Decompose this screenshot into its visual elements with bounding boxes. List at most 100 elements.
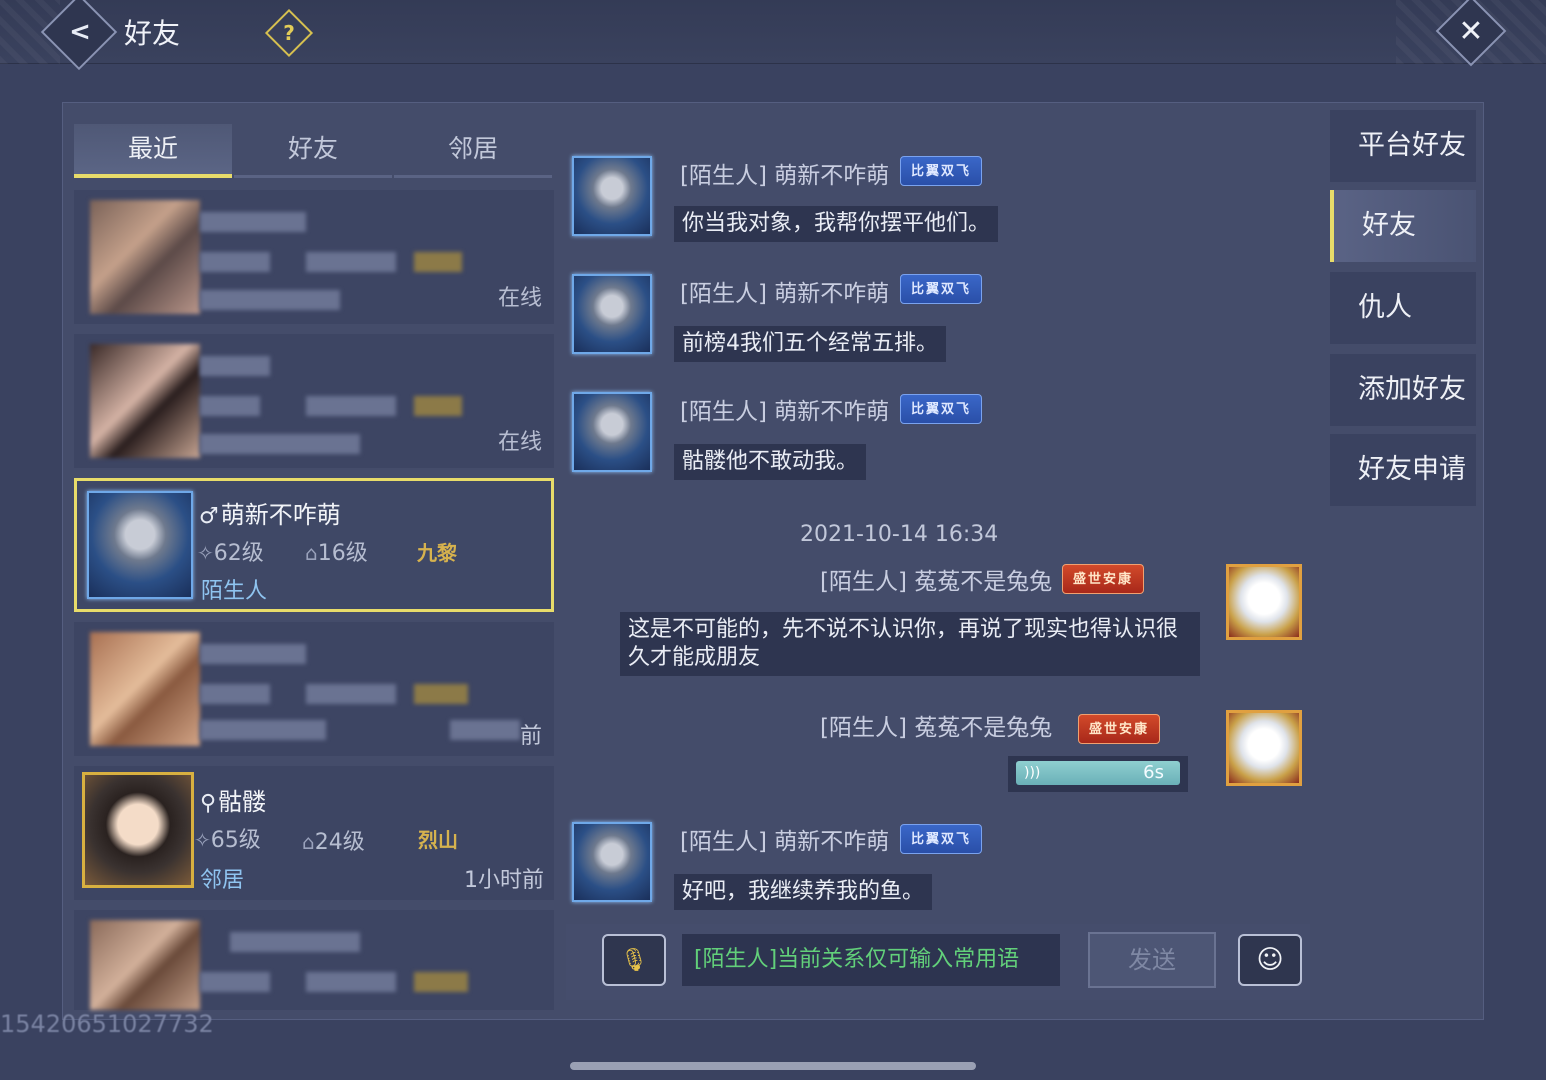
message-timestamp: 2021-10-14 16:34 [800,522,999,547]
message-bubble: 这是不可能的，先不说不认识你，再说了现实也得认识很 久才能成朋友 [620,612,1200,676]
blurred-guild [414,252,462,272]
player-id-watermark: 15420651027732 [0,1010,214,1038]
house-icon: ⌂ [302,830,315,854]
blurred-level [200,396,260,416]
friend-level2: ⌂16级 [305,541,368,566]
blurred-name [230,932,360,952]
online-status: 在线 [497,430,542,455]
friend-list-item[interactable]: 在线 [74,190,554,324]
tab-recent[interactable]: 最近 [74,124,232,178]
blurred-guild [414,684,468,704]
title-badge: 比翼双飞 [900,824,983,854]
friend-list-item[interactable]: 前 [74,622,554,756]
voice-bar[interactable]: ))) 6s [1016,761,1180,785]
avatar [90,920,200,1010]
message-sender: [陌生人] 菟菟不是兔兔 [820,569,1053,595]
friend-list-item[interactable] [74,910,554,1010]
female-icon: ⚲ [200,791,217,816]
nav-platform-friends[interactable]: 平台好友 [1330,110,1476,182]
friend-name: ♂萌新不咋萌 [199,501,341,529]
home-indicator[interactable] [570,1062,976,1070]
blurred-name [200,644,306,664]
blurred-relation [200,720,326,740]
friend-guild: 烈山 [418,828,458,852]
level-icon: ✧ [194,828,211,852]
title-badge: 比翼双飞 [900,394,983,424]
voice-duration: 6s [1143,762,1164,783]
sender-avatar[interactable] [572,156,652,236]
blurred-time [450,720,520,740]
friend-name: ⚲骷髅 [200,788,267,816]
message-sender: [陌生人] 萌新不咋萌 [680,399,890,425]
blurred-level2 [306,972,396,992]
message-sender: [陌生人] 萌新不咋萌 [680,163,890,189]
message-sender: [陌生人] 萌新不咋萌 [680,829,890,855]
avatar [90,632,200,746]
sender-avatar[interactable] [572,392,652,472]
message-bubble: 好吧，我继续养我的鱼。 [674,874,933,910]
online-status: 在线 [497,286,542,311]
blurred-guild [414,972,468,992]
friend-relation: 陌生人 [201,579,268,604]
house-icon: ⌂ [305,541,318,565]
friend-level2: ⌂24级 [302,830,365,855]
sender-avatar[interactable] [572,274,652,354]
blurred-relation [200,434,360,454]
message-bubble: 前榜4我们五个经常五排。 [674,326,946,362]
friend-relation: 邻居 [200,868,245,893]
microphone-icon[interactable]: 🎙 [602,934,666,986]
chevron-left-icon[interactable]: < [58,10,102,54]
emoji-icon[interactable]: ☺ [1238,934,1302,986]
tab-friends[interactable]: 好友 [234,124,392,178]
avatar-dragon [87,491,193,599]
self-avatar-cat[interactable] [1226,564,1302,640]
tab-neighbors[interactable]: 邻居 [394,124,552,178]
avatar-skull-player [82,772,194,888]
blurred-name [200,356,270,376]
send-button[interactable]: 发送 [1088,932,1216,988]
friend-list-item[interactable]: ⚲骷髅 ✧65级 ⌂24级 烈山 邻居 1小时前 [74,766,554,900]
blurred-level2 [306,684,396,704]
message-sender: [陌生人] 菟菟不是兔兔 [820,715,1053,741]
help-icon[interactable]: ? [272,16,306,50]
level-icon: ✧ [197,541,214,565]
blurred-name [200,212,306,232]
friend-guild: 九黎 [417,541,457,565]
sender-avatar[interactable] [572,822,652,902]
nav-enemies[interactable]: 仇人 [1330,272,1476,344]
top-header: < 好友 ? ✕ [0,0,1546,71]
title-badge: 盛世安康 [1078,714,1161,744]
last-seen-time: 1小时前 [464,868,544,893]
blurred-level [200,252,270,272]
male-icon: ♂ [199,504,219,529]
avatar [90,200,200,314]
avatar [90,344,200,458]
page-title: 好友 [124,17,181,50]
friend-level: ✧62级 [197,541,264,566]
friend-list-item-selected[interactable]: ♂萌新不咋萌 ✧62级 ⌂16级 九黎 陌生人 [74,478,554,612]
title-badge: 比翼双飞 [900,156,983,186]
nav-friend-requests[interactable]: 好友申请 [1330,434,1476,506]
self-avatar-cat[interactable] [1226,710,1302,786]
friend-list-item[interactable]: 在线 [74,334,554,468]
message-bubble: 你当我对象，我帮你摆平他们。 [674,206,999,242]
blurred-guild [414,396,462,416]
chat-input-field[interactable]: [陌生人]当前关系仅可输入常用语 [682,934,1060,986]
title-badge: 比翼双飞 [900,274,983,304]
close-icon[interactable]: ✕ [1446,6,1496,56]
nav-add-friend[interactable]: 添加好友 [1330,354,1476,426]
friend-list-tabs: 最近 好友 邻居 [74,124,554,180]
blurred-level [200,972,270,992]
last-seen-time: 前 [519,724,542,749]
blurred-relation [200,290,340,310]
nav-friends[interactable]: 好友 [1330,190,1476,262]
message-sender: [陌生人] 萌新不咋萌 [680,281,890,307]
blurred-level2 [306,396,396,416]
blurred-level [200,684,270,704]
title-badge: 盛世安康 [1062,564,1145,594]
voice-message[interactable]: ))) 6s [1008,756,1188,792]
friend-level: ✧65级 [194,828,261,853]
sound-wave-icon: ))) [1024,765,1041,781]
blurred-level2 [306,252,396,272]
message-bubble: 骷髅他不敢动我。 [674,444,867,480]
